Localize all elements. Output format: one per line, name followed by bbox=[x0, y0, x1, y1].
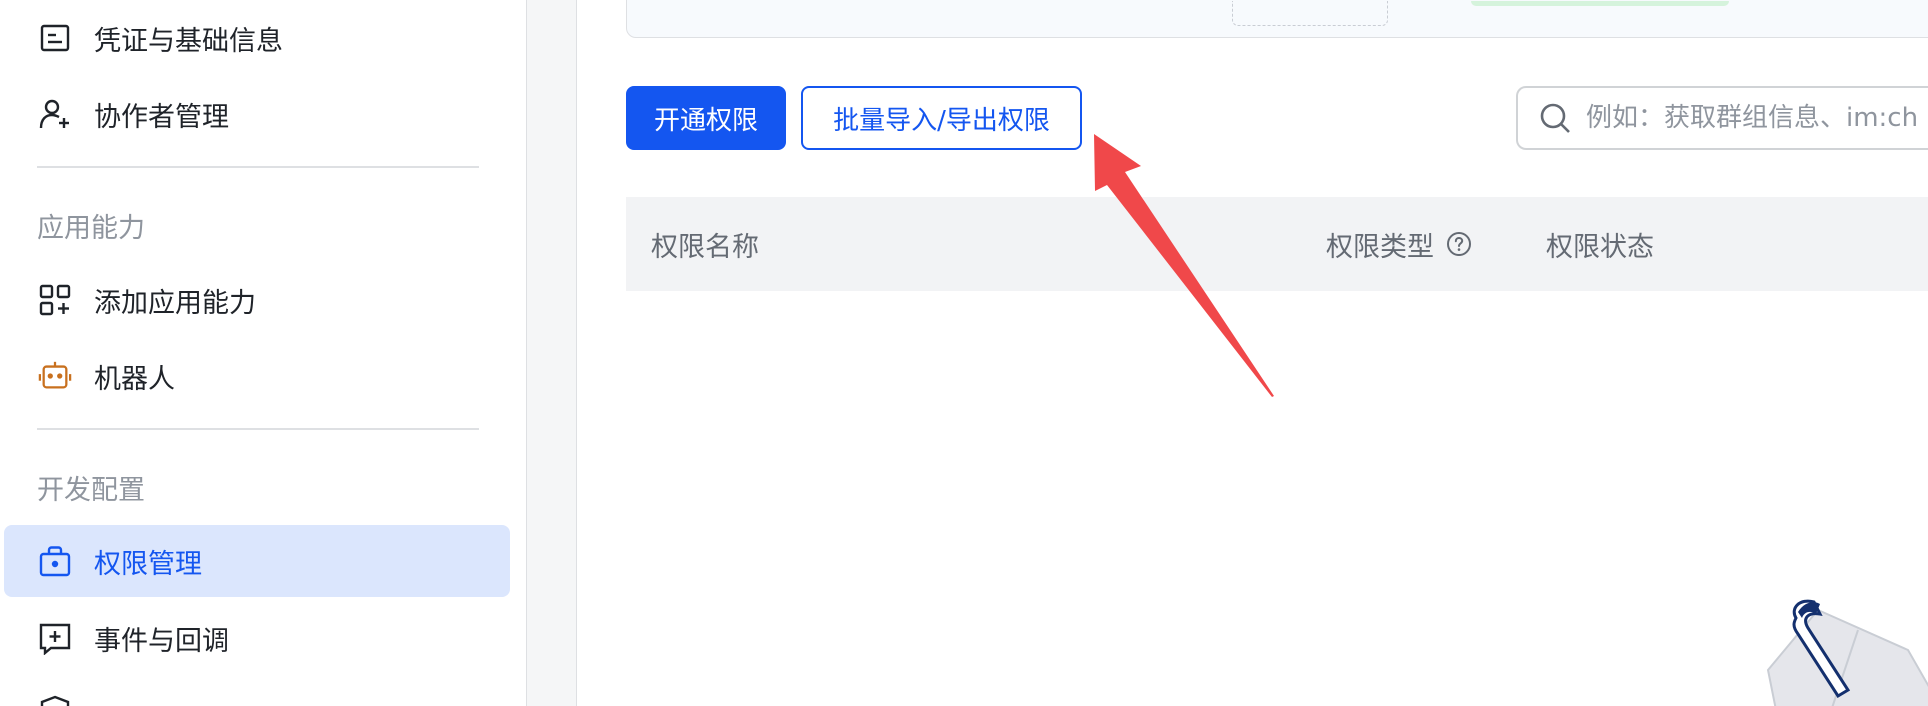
enable-permission-button[interactable]: 开通权限 bbox=[626, 86, 786, 150]
sidebar-item-add-capability[interactable]: 添加应用能力 bbox=[4, 264, 510, 336]
column-permission-type: 权限类型 bbox=[1326, 197, 1472, 291]
main-content: 开通权限 批量导入/导出权限 权限名称 权限类型 权限状态 bbox=[578, 0, 1928, 706]
info-card-status-bar bbox=[1471, 1, 1729, 6]
search-icon bbox=[1540, 103, 1570, 133]
sidebar-group-dev-config: 开发配置 bbox=[37, 475, 145, 506]
permission-table-header: 权限名称 权限类型 权限状态 bbox=[626, 197, 1928, 291]
app-grid-add-icon bbox=[38, 283, 72, 317]
permission-search[interactable] bbox=[1516, 86, 1928, 150]
credential-card-icon bbox=[38, 21, 72, 55]
sidebar-item-label: 权限管理 bbox=[94, 548, 202, 580]
search-input[interactable] bbox=[1586, 103, 1926, 133]
robot-icon bbox=[38, 359, 72, 393]
column-permission-status: 权限状态 bbox=[1546, 231, 1654, 263]
help-circle-icon[interactable] bbox=[1446, 231, 1472, 257]
empty-state-illustration bbox=[1766, 599, 1928, 706]
column-permission-name: 权限名称 bbox=[651, 231, 759, 263]
sidebar-item-collaborators[interactable]: 协作者管理 bbox=[4, 78, 510, 150]
sidebar-item-security-partial[interactable] bbox=[38, 694, 72, 706]
sidebar-divider bbox=[37, 428, 479, 430]
bulk-import-export-button[interactable]: 批量导入/导出权限 bbox=[801, 86, 1082, 150]
shield-icon bbox=[40, 695, 70, 706]
info-card bbox=[626, 0, 1928, 38]
sidebar-item-robot[interactable]: 机器人 bbox=[4, 340, 510, 412]
sidebar-item-label: 机器人 bbox=[94, 363, 175, 395]
event-add-icon bbox=[38, 621, 72, 655]
info-card-placeholder bbox=[1232, 1, 1388, 26]
column-label: 权限类型 bbox=[1326, 231, 1434, 263]
permission-bag-icon bbox=[38, 544, 72, 578]
sidebar-item-label: 添加应用能力 bbox=[94, 287, 256, 319]
sidebar: 凭证与基础信息 协作者管理 应用能力 添加应用能力 机器人 开发配置 权限管理 … bbox=[0, 0, 527, 706]
sidebar-group-app-capability: 应用能力 bbox=[37, 213, 145, 244]
sidebar-item-events[interactable]: 事件与回调 bbox=[4, 602, 510, 674]
app-root: 凭证与基础信息 协作者管理 应用能力 添加应用能力 机器人 开发配置 权限管理 … bbox=[0, 0, 1928, 706]
sidebar-item-label: 凭证与基础信息 bbox=[94, 25, 283, 57]
content-gutter bbox=[527, 0, 577, 706]
sidebar-divider bbox=[37, 166, 479, 168]
sidebar-item-credentials[interactable]: 凭证与基础信息 bbox=[4, 2, 510, 74]
user-add-icon bbox=[38, 97, 72, 131]
sidebar-item-label: 协作者管理 bbox=[94, 101, 229, 133]
sidebar-item-label: 事件与回调 bbox=[94, 625, 229, 657]
sidebar-item-permissions[interactable]: 权限管理 bbox=[4, 525, 510, 597]
